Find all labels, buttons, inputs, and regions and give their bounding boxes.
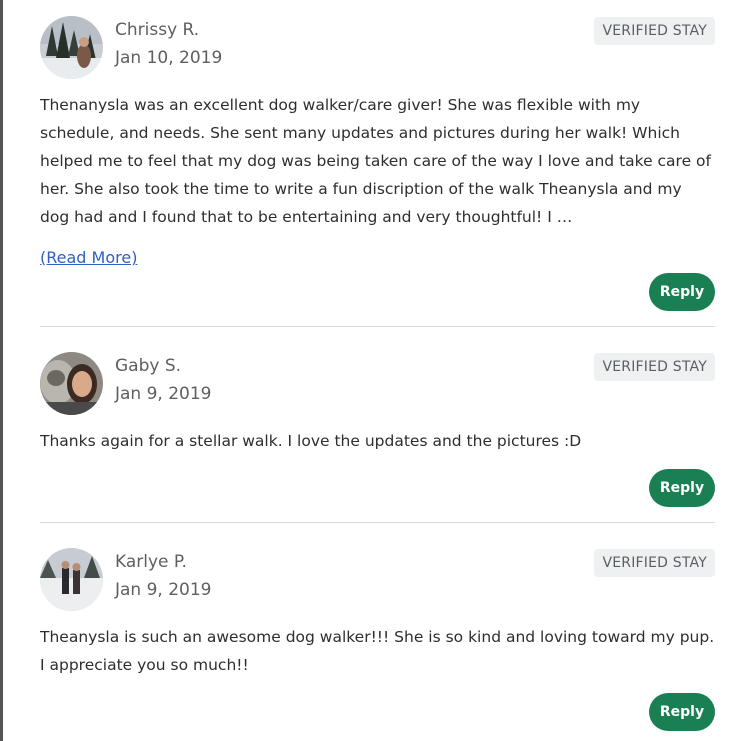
reviewer-avatar[interactable] [40,16,103,79]
review-card: Chrissy R. Jan 10, 2019 VERIFIED STAY Th… [40,16,715,312]
reply-button[interactable]: Reply [649,469,715,507]
reviewer-name: Karlye P. [115,552,187,572]
reviewer-avatar[interactable] [40,548,103,611]
reply-button[interactable]: Reply [649,693,715,731]
read-more-link[interactable]: (Read More) [40,248,137,267]
reply-button[interactable]: Reply [649,273,715,311]
verified-stay-badge: VERIFIED STAY [594,17,715,45]
review-text: Theanysla is such an awesome dog walker!… [40,628,715,674]
reviewer-name: Chrissy R. [115,20,200,40]
review-date: Jan 9, 2019 [115,580,212,600]
review-text: Thanks again for a stellar walk. I love … [40,432,582,450]
avatar-photo-woman-with-dog [40,352,103,415]
reviews-page: Chrissy R. Jan 10, 2019 VERIFIED STAY Th… [0,0,751,741]
verified-stay-badge: VERIFIED STAY [594,353,715,381]
reviewer-avatar[interactable] [40,352,103,415]
window-edge [0,0,3,741]
verified-stay-badge: VERIFIED STAY [594,549,715,577]
review-text: Thenanysla was an excellent dog walker/c… [40,96,711,226]
review-divider [40,522,715,523]
avatar-photo-people-in-snow [40,548,103,611]
review-date: Jan 10, 2019 [115,48,223,68]
review-card: Karlye P. Jan 9, 2019 VERIFIED STAY Thea… [40,548,715,738]
avatar-photo-winter-forest [40,16,103,79]
review-card: Gaby S. Jan 9, 2019 VERIFIED STAY Thanks… [40,352,715,508]
review-divider [40,326,715,327]
review-date: Jan 9, 2019 [115,384,212,404]
reviewer-name: Gaby S. [115,356,182,376]
